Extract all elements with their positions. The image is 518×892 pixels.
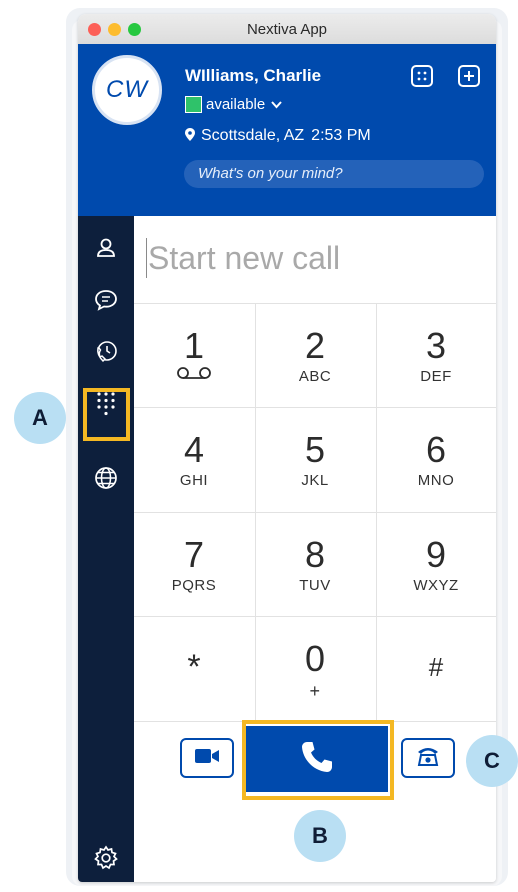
profile-header: CW WIlliams, Charlie available Scottsdal…	[78, 44, 496, 216]
dial-key-7[interactable]: 7 PQRS	[134, 513, 254, 617]
gear-icon[interactable]	[90, 842, 122, 874]
dial-key-6[interactable]: 6 MNO	[376, 408, 496, 512]
key-letters: JKL	[301, 472, 329, 489]
contact-card-icon[interactable]	[411, 65, 433, 87]
status-message-placeholder: What's on your mind?	[198, 165, 343, 182]
key-letters: +	[309, 681, 321, 701]
start-call-input[interactable]	[146, 230, 490, 286]
key-letters: MNO	[417, 472, 455, 489]
key-digit: 9	[425, 534, 447, 575]
key-digit: 7	[183, 534, 205, 575]
status-label: available	[206, 96, 266, 113]
phone-icon	[300, 740, 334, 779]
key-digit: 8	[304, 534, 326, 575]
key-digit: 0	[304, 638, 326, 679]
key-letters: PQRS	[171, 577, 217, 594]
key-digit: 5	[304, 429, 326, 470]
dial-key-8[interactable]: 8 TUV	[255, 513, 375, 617]
key-letters: DEF	[420, 368, 452, 385]
voicemail-icon	[134, 366, 254, 384]
key-letters: WXYZ	[413, 577, 459, 594]
local-time: 2:53 PM	[311, 127, 371, 144]
key-letters: GHI	[179, 472, 209, 489]
location-row: Scottsdale, AZ 2:53 PM	[185, 127, 371, 145]
dialpad-icon[interactable]	[90, 388, 122, 420]
annotation-marker-c: C	[466, 735, 518, 787]
dial-key-star[interactable]: *	[134, 617, 254, 721]
key-digit: #	[428, 652, 444, 682]
add-icon[interactable]	[458, 65, 480, 87]
phone-history-icon[interactable]	[90, 336, 122, 368]
user-name: WIlliams, Charlie	[185, 66, 322, 85]
location-text: Scottsdale, AZ	[201, 127, 305, 144]
chat-bubble-icon[interactable]	[90, 284, 122, 316]
key-digit: 2	[304, 325, 326, 366]
chevron-down-icon	[271, 98, 282, 112]
key-digit: *	[187, 648, 201, 686]
title-bar: Nextiva App	[78, 14, 496, 45]
window-title: Nextiva App	[246, 21, 328, 38]
dialer-panel: 1 2 ABC 3 DEF 4 GHI 5 JKL 6 MNO 7 P	[134, 216, 496, 882]
dial-key-5[interactable]: 5 JKL	[255, 408, 375, 512]
key-digit: 4	[183, 429, 205, 470]
key-letters: ABC	[298, 368, 332, 385]
video-camera-icon	[194, 747, 220, 770]
dial-key-3[interactable]: 3 DEF	[376, 304, 496, 408]
sidebar	[78, 216, 134, 882]
annotation-marker-b: B	[294, 810, 346, 862]
key-digit: 3	[425, 325, 447, 366]
video-call-button[interactable]	[180, 738, 234, 778]
dial-key-9[interactable]: 9 WXYZ	[376, 513, 496, 617]
app-window: Nextiva App CW WIlliams, Charlie availab…	[78, 14, 496, 882]
key-digit: 1	[183, 325, 205, 366]
key-digit: 6	[425, 429, 447, 470]
dial-key-hash[interactable]: #	[376, 617, 496, 721]
desk-phone-button[interactable]	[401, 738, 455, 778]
status-message-input[interactable]: What's on your mind?	[184, 160, 484, 188]
globe-icon[interactable]	[90, 462, 122, 494]
desk-phone-icon	[416, 745, 440, 772]
location-pin-icon	[185, 128, 195, 144]
dial-key-1[interactable]: 1	[134, 304, 254, 408]
dial-key-2[interactable]: 2 ABC	[255, 304, 375, 408]
call-button[interactable]	[246, 726, 388, 792]
status-indicator	[185, 96, 202, 113]
annotation-marker-a: A	[14, 392, 66, 444]
person-icon[interactable]	[90, 232, 122, 264]
dial-key-4[interactable]: 4 GHI	[134, 408, 254, 512]
avatar[interactable]: CW	[92, 55, 162, 125]
divider	[134, 721, 496, 722]
key-letters: TUV	[299, 577, 331, 594]
status-selector[interactable]: available	[185, 96, 282, 113]
dial-key-0[interactable]: 0 +	[255, 617, 375, 721]
